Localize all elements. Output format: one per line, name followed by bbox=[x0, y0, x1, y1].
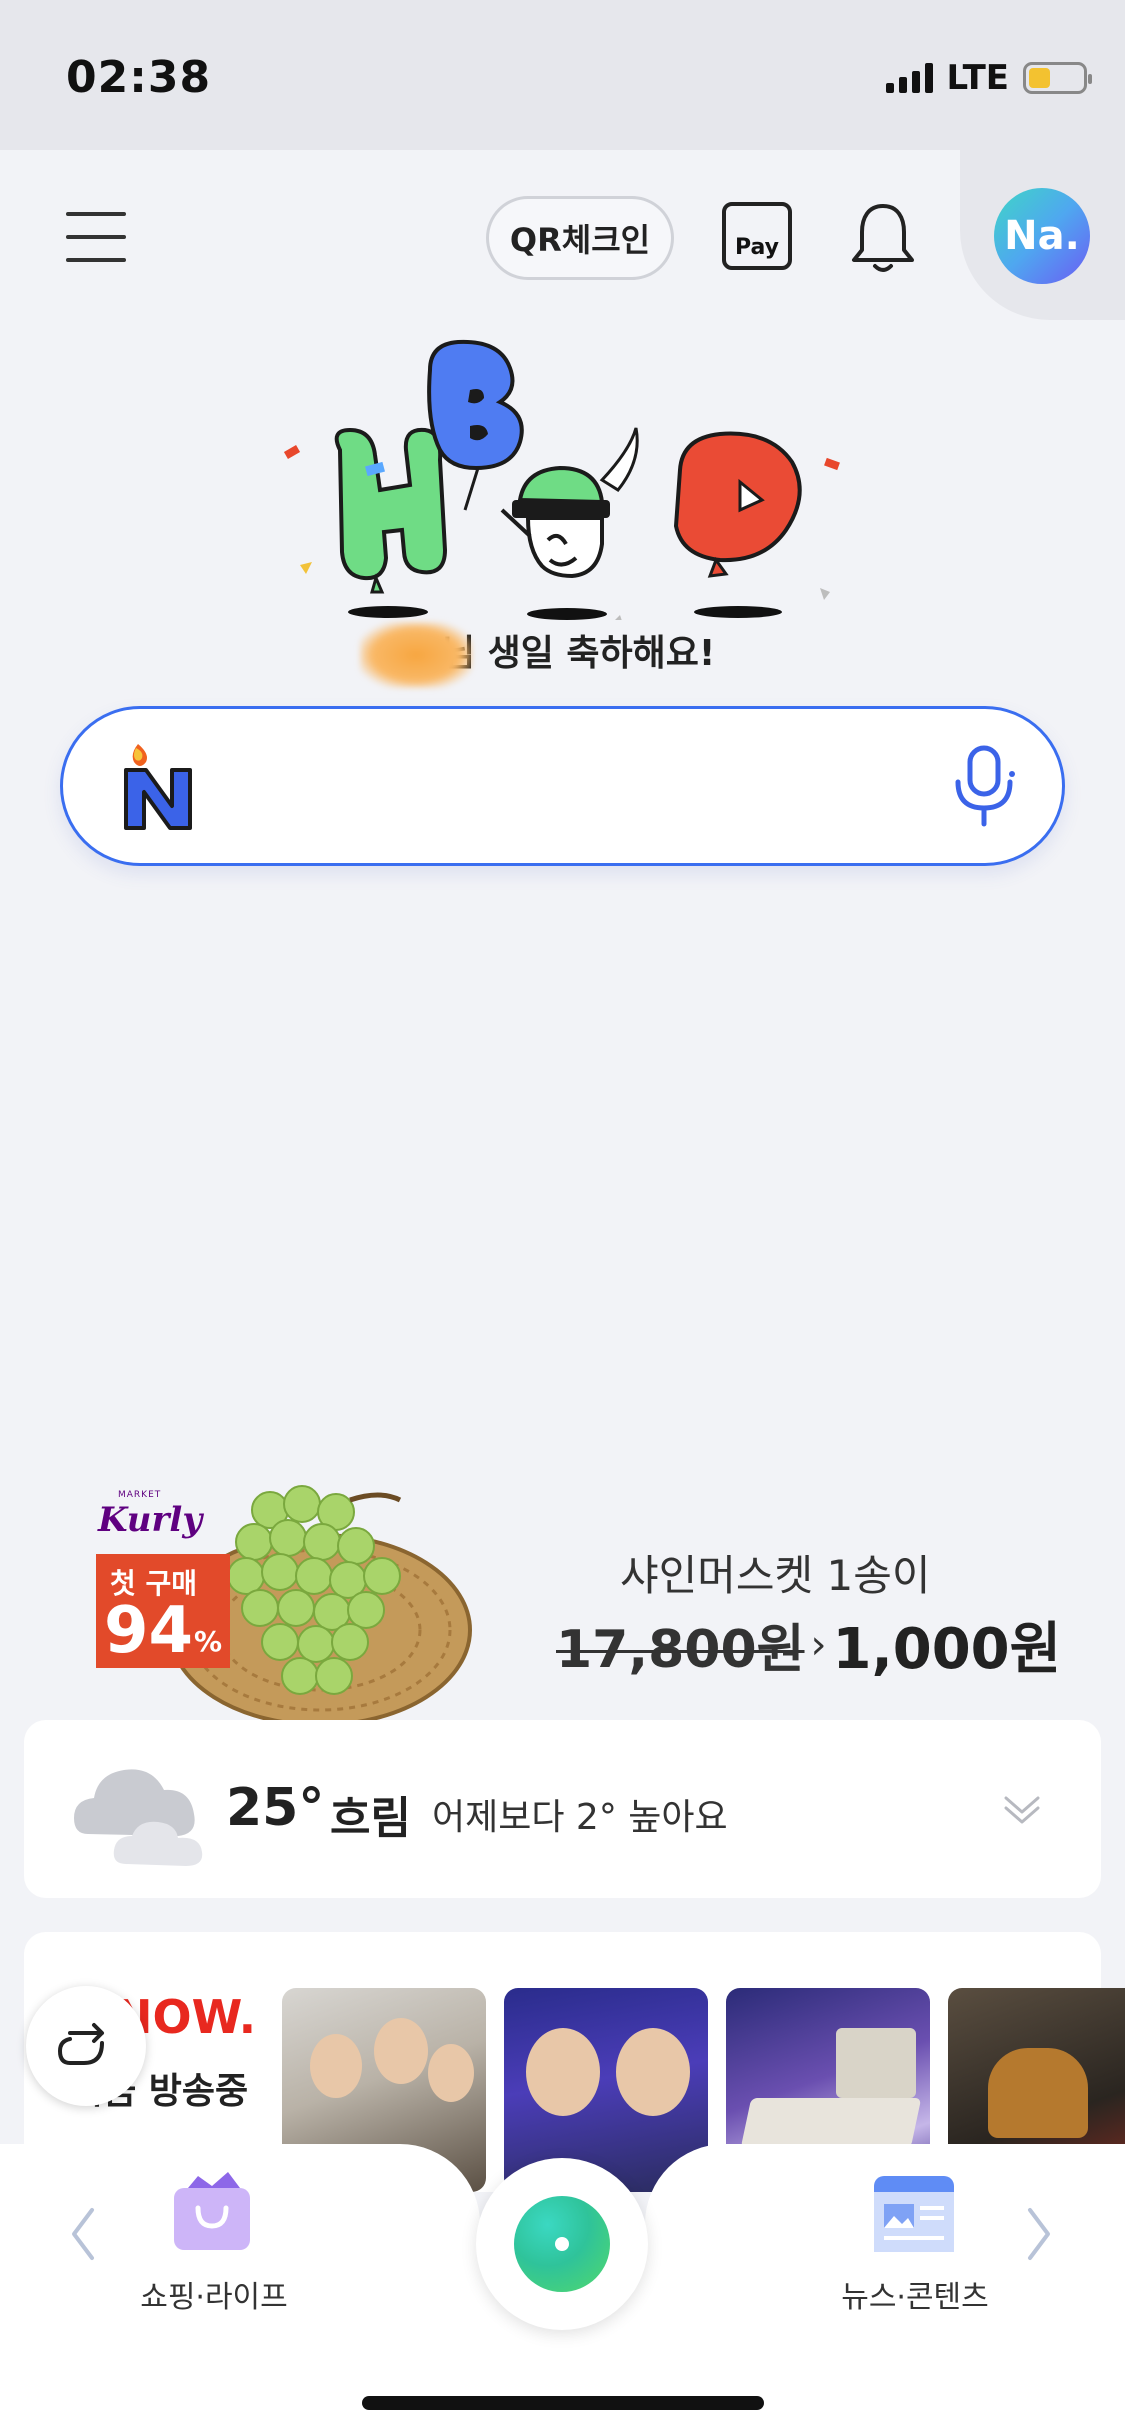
weather-condition: 흐림 bbox=[330, 1793, 411, 1844]
bell-icon[interactable] bbox=[848, 198, 918, 278]
first-purchase-badge: 첫 구매 94 % bbox=[96, 1554, 230, 1668]
chevron-right-icon[interactable] bbox=[1024, 2206, 1054, 2262]
news-icon[interactable] bbox=[870, 2172, 958, 2256]
greeting-text: 님 생일 축하해요! bbox=[442, 633, 716, 674]
search-input[interactable] bbox=[60, 706, 1065, 866]
battery-icon bbox=[1023, 62, 1092, 94]
news-contents-tab[interactable]: 뉴스·콘텐츠 bbox=[830, 2272, 1000, 2316]
status-time: 02:38 bbox=[66, 52, 212, 103]
network-label: LTE bbox=[946, 58, 1009, 98]
weather-description: 어제보다 2° 높아요 bbox=[432, 1797, 728, 1838]
ad-price: 17,800원 › 1,000원 bbox=[556, 1604, 1061, 1685]
price-arrow-icon: › bbox=[810, 1621, 827, 1668]
birthday-greeting: 님 생일 축하해요! bbox=[360, 622, 715, 688]
chevron-down-icon[interactable] bbox=[1002, 1788, 1042, 1828]
naver-logo-icon bbox=[124, 744, 192, 830]
green-dot-icon bbox=[514, 2196, 610, 2292]
hamburger-menu-icon[interactable] bbox=[66, 212, 126, 262]
cloud-icon bbox=[74, 1769, 203, 1866]
share-button[interactable] bbox=[26, 1986, 146, 2106]
badge-percent-sign: % bbox=[193, 1625, 222, 1658]
green-dot-button[interactable] bbox=[476, 2158, 648, 2330]
ad-new-price: 1,000원 bbox=[832, 1617, 1062, 1682]
pay-button[interactable]: Pay bbox=[722, 202, 792, 270]
header-background bbox=[0, 150, 960, 350]
birthday-illustration bbox=[283, 339, 840, 620]
shopping-life-tab[interactable]: 쇼핑·라이프 bbox=[134, 2272, 294, 2316]
share-arrow-icon bbox=[57, 2023, 104, 2065]
ad-product-title: 샤인머스켓 1송이 bbox=[620, 1551, 931, 1600]
home-indicator[interactable] bbox=[362, 2396, 764, 2410]
weather-temperature: 25° bbox=[226, 1778, 325, 1838]
status-indicators: LTE bbox=[885, 58, 1092, 98]
badge-percent: 94 bbox=[104, 1594, 194, 1668]
microphone-icon[interactable] bbox=[950, 744, 1018, 828]
profile-avatar[interactable]: Na. bbox=[994, 188, 1090, 284]
ad-old-price: 17,800원 bbox=[556, 1620, 805, 1680]
signal-icon bbox=[885, 63, 933, 93]
shopping-bag-icon[interactable] bbox=[168, 2168, 256, 2256]
blurred-name bbox=[360, 622, 472, 688]
chevron-left-icon[interactable] bbox=[68, 2206, 98, 2262]
qr-checkin-button[interactable]: QR체크인 bbox=[486, 196, 674, 280]
